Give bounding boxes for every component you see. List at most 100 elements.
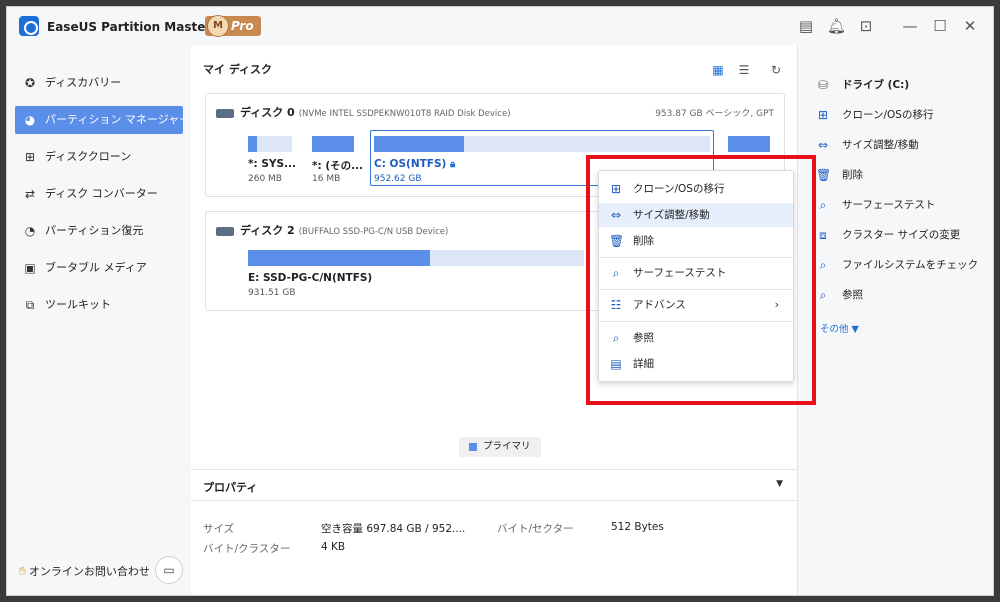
cluster-icon: ⧈ (819, 228, 827, 242)
resize-icon: ⇔ (817, 138, 829, 152)
op-label: クラスター サイズの変更 (842, 229, 961, 241)
op-check-filesystem[interactable]: ⌕ ファイルシステムをチェック (816, 257, 979, 273)
partition-label: *: SYS... (248, 158, 297, 170)
more-link[interactable]: その他 ▼ (820, 321, 859, 335)
op-label: 削除 (842, 169, 863, 181)
minimize-icon[interactable]: — (901, 17, 919, 35)
partition-fill (374, 136, 464, 152)
partition-bar-c[interactable] (374, 136, 710, 152)
bell-icon[interactable]: 🔔︎ (827, 17, 846, 35)
drive-icon: ⛁ (817, 78, 829, 92)
op-surface-test[interactable]: ⌕ サーフェーステスト (816, 197, 936, 213)
pie-chart-icon: ◕ (24, 113, 36, 127)
op-label: サイズ調整/移動 (842, 139, 919, 151)
op-resize-move[interactable]: ⇔ サイズ調整/移動 (816, 137, 919, 153)
op-label: 参照 (842, 289, 863, 301)
caret-down-icon[interactable]: ▼ (776, 479, 783, 489)
disk-icon (216, 226, 234, 236)
sidebar-item-label: ブータブル メディア (45, 261, 147, 274)
disk-name: ディスク 0 (240, 106, 295, 119)
prop-bytes-sector-value: 512 Bytes (611, 521, 664, 533)
surface-test-icon: ⌕ (819, 198, 827, 212)
compass-icon: ✪ (24, 76, 36, 90)
partition-size: 931.51 GB (248, 288, 296, 298)
op-cluster-size[interactable]: ⧈ クラスター サイズの変更 (816, 227, 960, 243)
partition-bar-recovery[interactable] (728, 136, 770, 152)
partition-fill (248, 250, 430, 266)
op-label: サーフェーステスト (842, 199, 936, 211)
medal-icon: M (207, 15, 229, 37)
plus-square-icon: ⊞ (24, 150, 36, 164)
chat-button[interactable]: ▭ (155, 556, 183, 584)
title-bar: EaseUS Partition Master Pro版 M Pro ▤ 🔔︎ … (7, 7, 993, 45)
notes-icon[interactable]: ▤ (797, 17, 815, 35)
operations-panel: ⛁ ドライブ (C:) ⊞ クローン/OSの移行 ⇔ サイズ調整/移動 🗑︎ 削除 ⌕ サ… (797, 45, 993, 595)
partition-size: 260 MB (248, 174, 282, 184)
browse-icon: ⌕ (819, 288, 827, 302)
disk-desc: (NVMe INTEL SSDPEKNW010T8 RAID Disk Devi… (298, 109, 511, 119)
sidebar-item-label: ディスククローン (45, 150, 132, 163)
partition-bar-e[interactable] (248, 250, 584, 266)
windows-icon: ⊞ (817, 108, 829, 122)
close-icon[interactable]: ✕ (961, 17, 979, 35)
sidebar-item-partition-manager[interactable]: ◕ パーティション マネージャー (15, 106, 190, 134)
pie-restore-icon: ◔ (24, 224, 36, 238)
media-icon: ▣ (24, 261, 36, 275)
grid-view-icon[interactable]: ▦ (711, 63, 725, 77)
sidebar-item-bootable-media[interactable]: ▣ ブータブル メディア (15, 254, 183, 282)
refresh-icon[interactable]: ↻ (769, 63, 783, 77)
contact-label: オンラインお問い合わせ (28, 565, 150, 578)
partition-fill (312, 136, 354, 152)
check-fs-icon: ⌕ (819, 258, 827, 272)
op-label: クローン/OSの移行 (842, 109, 934, 121)
sidebar-item-label: ディスカバリー (45, 76, 122, 89)
properties-title: プロパティ (203, 481, 258, 494)
sidebar-item-label: ツールキット (45, 298, 111, 311)
prop-size-label: サイズ (203, 523, 235, 535)
sidebar-item-disk-clone[interactable]: ⊞ ディスククローン (15, 143, 183, 171)
partition-label: E: SSD-PG-C/N(NTFS) (248, 272, 373, 284)
drive-label: ⛁ ドライブ (C:) (816, 77, 909, 93)
sidebar-item-disk-converter[interactable]: ⇄ ディスク コンバーター (15, 180, 183, 208)
prop-bytes-sector-label: バイト/セクター (497, 523, 574, 535)
hand-icon: ✋︎ (19, 564, 26, 578)
disk-name: ディスク 2 (240, 224, 295, 237)
op-clone-migrate[interactable]: ⊞ クローン/OSの移行 (816, 107, 933, 123)
op-label: ファイルシステムをチェック (842, 259, 979, 271)
chat-icon: ▭ (163, 563, 175, 577)
sidebar-item-discovery[interactable]: ✪ ディスカバリー (15, 69, 183, 97)
properties-header[interactable]: プロパティ ▼ (191, 469, 797, 501)
op-delete[interactable]: 🗑︎ 削除 (816, 167, 863, 183)
sidebar-item-label: パーティション マネージャー (45, 113, 191, 126)
partition-label: *: (その... (312, 160, 364, 172)
partition-fill (728, 136, 770, 152)
trash-icon: 🗑︎ (816, 168, 832, 182)
annotation-highlight-box (586, 155, 816, 405)
disk-capacity: 953.87 GB ベーシック, GPT (655, 109, 774, 119)
sidebar-item-label: パーティション復元 (45, 224, 144, 237)
partition-bar-sys[interactable] (248, 136, 292, 152)
legend-primary: プライマリ (459, 437, 541, 457)
pro-badge[interactable]: M Pro (205, 15, 261, 37)
prop-bytes-cluster-value: 4 KB (321, 541, 346, 553)
sidebar-item-toolkit[interactable]: ⧉ ツールキット (15, 291, 183, 319)
sidebar-item-partition-recovery[interactable]: ◔ パーティション復元 (15, 217, 183, 245)
sidebar-item-label: ディスク コンバーター (45, 187, 158, 200)
disk-icon (216, 108, 234, 118)
op-browse[interactable]: ⌕ 参照 (816, 287, 863, 303)
toolbox-icon: ⧉ (25, 298, 35, 312)
page-title: マイ ディスク (203, 63, 273, 76)
prop-size-value: 空き容量 697.84 GB / 952.... (321, 523, 466, 535)
partition-fill (248, 136, 257, 152)
disk-desc: (BUFFALO SSD-PG-C/N USB Device) (298, 227, 449, 237)
partition-bar-other[interactable] (312, 136, 354, 152)
lock-icon: 🔒︎ (450, 159, 456, 170)
maximize-icon[interactable]: ☐ (931, 17, 949, 35)
app-window: EaseUS Partition Master Pro版 M Pro ▤ 🔔︎ … (6, 6, 994, 596)
disk-header: ディスク 0 (NVMe INTEL SSDPEKNW010T8 RAID Dis… (216, 104, 511, 120)
prop-bytes-cluster-label: バイト/クラスター (203, 543, 291, 555)
download-icon[interactable]: ⊡ (857, 17, 875, 35)
list-view-icon[interactable]: ☰ (737, 63, 751, 77)
sidebar: ✪ ディスカバリー ◕ パーティション マネージャー ⊞ ディスククローン ⇄ … (7, 45, 191, 595)
online-contact-link[interactable]: ✋︎ オンラインお問い合わせ (19, 563, 150, 579)
